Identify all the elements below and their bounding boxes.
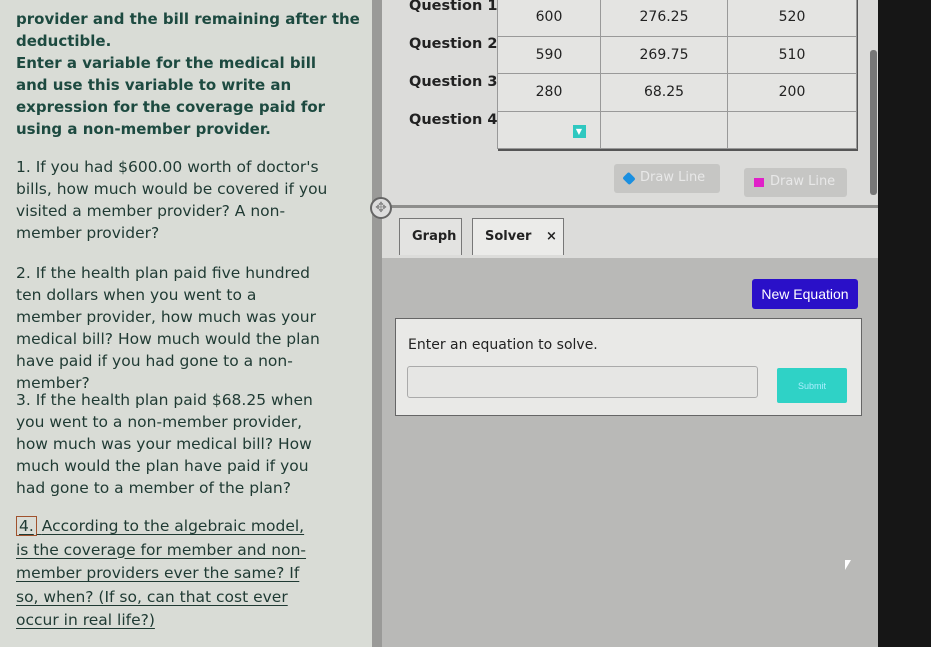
- equation-prompt: Enter an equation to solve.: [408, 337, 598, 353]
- row-label: Question 2: [409, 36, 498, 52]
- table-cell[interactable]: 600: [497, 0, 601, 37]
- submit-button[interactable]: Submit: [777, 368, 847, 403]
- mouse-cursor-icon: [845, 560, 851, 570]
- table-row: ▼: [497, 110, 857, 149]
- question-1: 1. If you had $600.00 worth of doctor's …: [16, 158, 328, 242]
- tool-panel: Question 1 Question 2 Question 3 Questio…: [370, 0, 878, 647]
- data-table: 600 276.25 520 590 269.75 510 280 68.25 …: [497, 0, 857, 149]
- table-cell[interactable]: 276.25: [600, 0, 728, 37]
- draw-line-button-1[interactable]: Draw Line: [614, 164, 720, 193]
- table-cell[interactable]: 280: [497, 73, 601, 112]
- equation-card: Enter an equation to solve. Submit: [395, 318, 862, 416]
- table-row: 600 276.25 520: [497, 0, 857, 37]
- magenta-marker-icon: [754, 178, 764, 187]
- question-2: 2. If the health plan paid five hundred …: [16, 264, 320, 392]
- worksheet-panel: provider and the bill remaining after th…: [0, 0, 372, 647]
- question-4: 4. According to the algebraic model, is …: [16, 515, 321, 633]
- question-3: 3. If the health plan paid $68.25 when y…: [16, 391, 313, 497]
- table-area: Question 1 Question 2 Question 3 Questio…: [370, 0, 878, 258]
- table-cell[interactable]: [600, 110, 728, 149]
- new-equation-button[interactable]: New Equation: [752, 279, 858, 309]
- intro-text: provider and the bill remaining after th…: [16, 10, 360, 50]
- close-icon[interactable]: ×: [546, 229, 557, 244]
- question-4-text: According to the algebraic model, is the…: [16, 517, 307, 629]
- table-row: 590 269.75 510: [497, 35, 857, 74]
- screen-bezel: [878, 0, 931, 647]
- blue-marker-icon: [622, 171, 636, 186]
- tab-solver[interactable]: Solver ×: [472, 218, 564, 255]
- table-row: 280 68.25 200: [497, 73, 857, 112]
- table-cell[interactable]: 520: [727, 0, 857, 37]
- panel-divider[interactable]: [372, 0, 382, 647]
- table-cell[interactable]: [727, 110, 857, 149]
- row-label: Question 1: [409, 0, 498, 14]
- draw-line-label: Draw Line: [770, 174, 836, 189]
- dropdown-icon[interactable]: ▼: [572, 124, 586, 138]
- resize-bar[interactable]: [382, 205, 878, 208]
- row-label: Question 4: [409, 112, 498, 128]
- table-cell[interactable]: 269.75: [600, 35, 728, 74]
- instruction-text: Enter a variable for the medical bill an…: [16, 54, 326, 138]
- draw-line-button-2[interactable]: Draw Line: [744, 168, 847, 197]
- question-4-number: 4.: [16, 516, 37, 536]
- table-cell[interactable]: 590: [497, 35, 601, 74]
- draw-line-label: Draw Line: [640, 170, 706, 185]
- move-handle-icon[interactable]: ✥: [370, 197, 392, 219]
- table-cell[interactable]: 510: [727, 35, 857, 74]
- row-label: Question 3: [409, 74, 498, 90]
- table-cell[interactable]: ▼: [497, 110, 601, 149]
- tab-graph[interactable]: Graph: [399, 218, 462, 255]
- table-cell[interactable]: 200: [727, 73, 857, 112]
- scrollbar[interactable]: [870, 50, 877, 195]
- tab-label: Solver: [485, 229, 532, 244]
- tab-label: Graph: [412, 229, 457, 244]
- table-cell[interactable]: 68.25: [600, 73, 728, 112]
- equation-input[interactable]: [407, 366, 758, 398]
